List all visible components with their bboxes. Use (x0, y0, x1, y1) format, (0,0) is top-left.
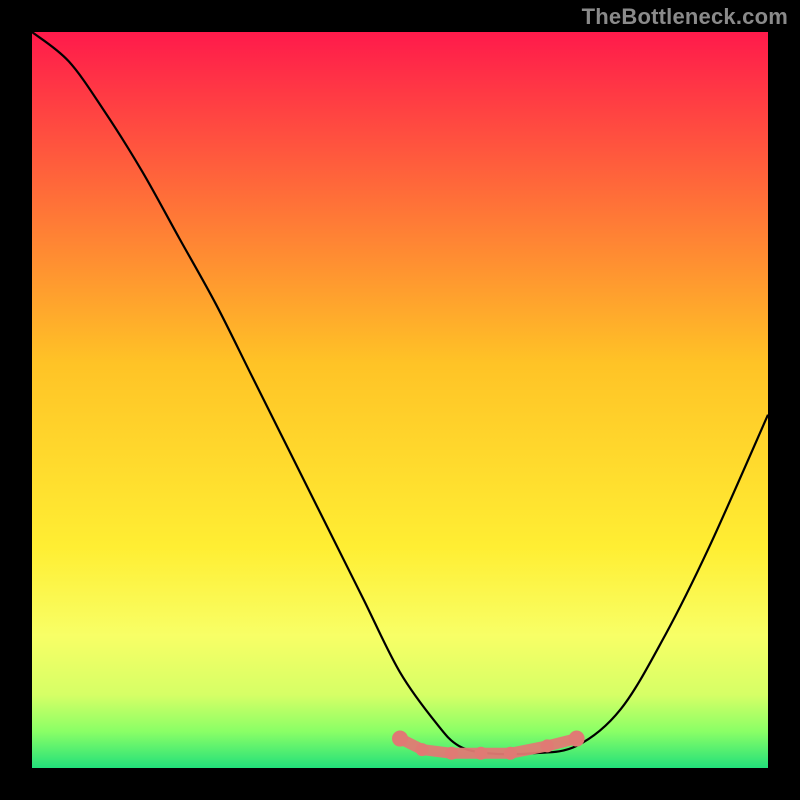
chart-frame: TheBottleneck.com (0, 0, 800, 800)
valley-marker (474, 747, 487, 760)
plot-background (32, 32, 768, 768)
valley-marker (416, 743, 429, 756)
valley-marker (541, 739, 554, 752)
valley-marker (569, 731, 585, 747)
valley-marker (445, 747, 458, 760)
plot-area (32, 32, 768, 768)
valley-marker (504, 747, 517, 760)
watermark-text: TheBottleneck.com (582, 4, 788, 30)
valley-marker (392, 731, 408, 747)
